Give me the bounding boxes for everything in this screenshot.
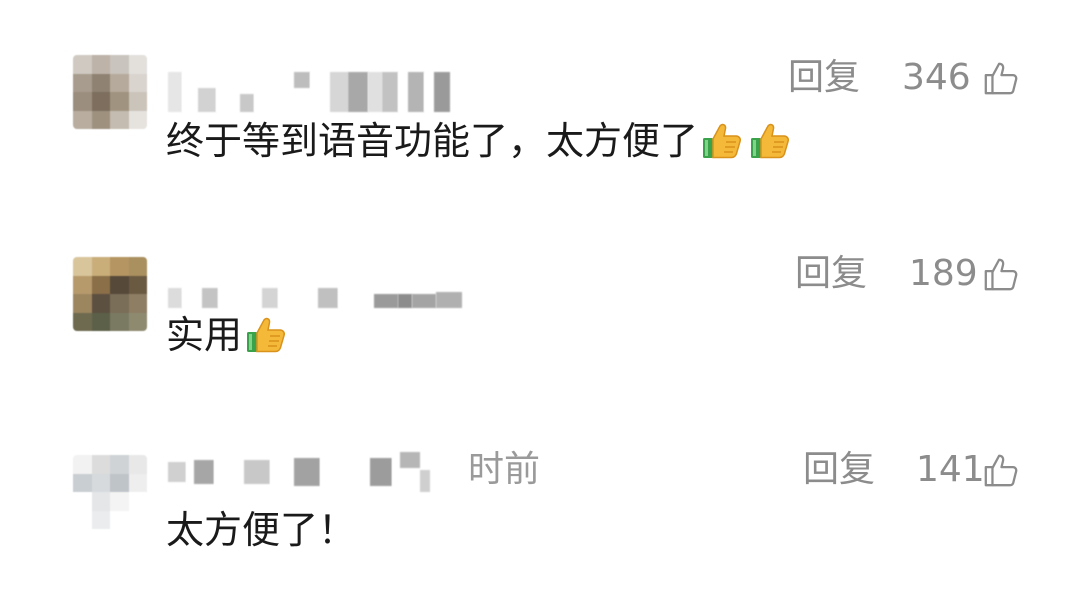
- comment-text-body: 实用: [166, 313, 243, 357]
- comment-item: 回复 189 实用: [0, 200, 1080, 400]
- thumbs-up-emoji: [247, 317, 286, 353]
- comment-text: 实用: [166, 312, 290, 358]
- username-blurred[interactable]: [168, 268, 462, 308]
- reply-button[interactable]: 回复: [788, 58, 860, 98]
- like-count: 346: [902, 57, 971, 98]
- comment-text: 太方便了！: [166, 507, 356, 553]
- reply-button[interactable]: 回复: [795, 254, 867, 294]
- comment-item: 时前 回复 141 太方便了！: [0, 400, 1080, 603]
- thumbs-up-outline-icon[interactable]: [982, 59, 1020, 97]
- username-blurred[interactable]: [168, 452, 430, 492]
- thumbs-up-emoji: [703, 123, 742, 159]
- comment-text-body: 太方便了！: [166, 508, 357, 552]
- comment-item: 回复 346 终于等到语音功能了，太方便了: [0, 0, 1080, 200]
- avatar[interactable]: [73, 257, 147, 331]
- comment-text: 终于等到语音功能了，太方便了: [166, 118, 794, 164]
- like-count: 141: [916, 449, 985, 490]
- thumbs-up-emoji: [751, 123, 790, 159]
- thumbs-up-outline-icon[interactable]: [982, 255, 1020, 293]
- username-blurred[interactable]: [168, 72, 450, 112]
- comment-time: 时前: [468, 449, 541, 490]
- like-count: 189: [909, 253, 978, 294]
- avatar[interactable]: [73, 455, 147, 529]
- comment-text-body: 终于等到语音功能了，太方便了: [166, 119, 699, 163]
- reply-button[interactable]: 回复: [803, 450, 875, 490]
- avatar[interactable]: [73, 55, 147, 129]
- thumbs-up-outline-icon[interactable]: [982, 451, 1020, 489]
